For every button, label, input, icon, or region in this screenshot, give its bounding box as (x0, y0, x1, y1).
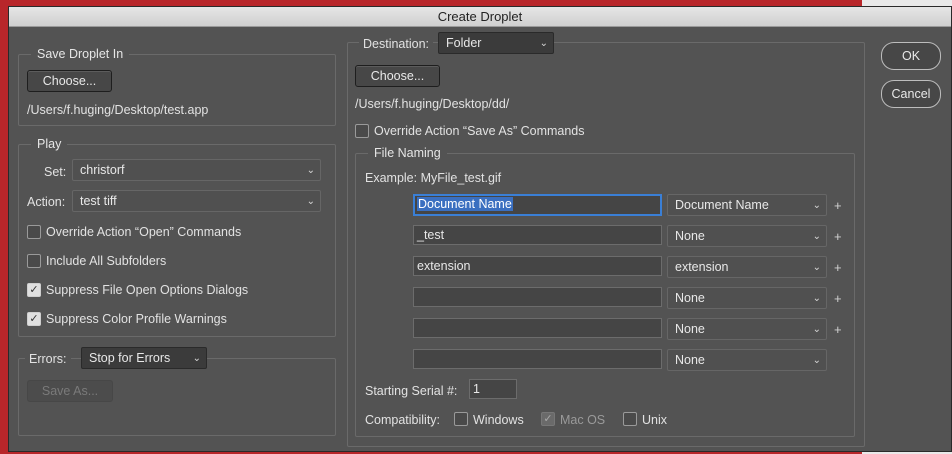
create-droplet-dialog: Create Droplet Save Droplet In Choose...… (8, 6, 952, 452)
naming-field-4[interactable] (413, 287, 662, 307)
destination-select-value: Folder (446, 36, 482, 50)
compat-windows-checkbox[interactable] (454, 412, 468, 426)
errors-select-value: Stop for Errors (89, 351, 171, 365)
chevron-down-icon: ⌄ (306, 165, 315, 176)
set-label: Set: (44, 165, 67, 179)
naming-select-2-value: None (675, 229, 705, 243)
file-naming-example: Example: MyFile_test.gif (365, 171, 502, 185)
chevron-down-icon: ⌄ (539, 38, 548, 49)
serial-input[interactable]: 1 (469, 379, 517, 399)
chevron-down-icon: ⌄ (306, 196, 315, 207)
naming-field-1[interactable]: Document Name (413, 194, 662, 216)
compat-macos-checkbox[interactable]: ✓ (541, 412, 555, 426)
errors-select[interactable]: Stop for Errors ⌄ (81, 347, 207, 369)
destination-select[interactable]: Folder ⌄ (438, 32, 554, 54)
serial-label: Starting Serial #: (365, 384, 458, 398)
chevron-down-icon: ⌄ (812, 262, 821, 273)
destination-label: Destination: (359, 37, 434, 51)
set-select[interactable]: christorf ⌄ (72, 159, 321, 181)
add-naming-row-button[interactable]: + (834, 199, 842, 213)
action-select-value: test tiff (80, 194, 117, 208)
ok-button[interactable]: OK (881, 42, 941, 70)
add-naming-row-button[interactable]: + (834, 261, 842, 275)
add-naming-row-button[interactable]: + (834, 230, 842, 244)
naming-select-6-value: None (675, 353, 705, 367)
compat-label: Compatibility: (365, 413, 441, 427)
naming-field-5[interactable] (413, 318, 662, 338)
naming-field-2[interactable]: _test (413, 225, 662, 245)
include-subfolders-checkbox[interactable] (27, 254, 41, 268)
naming-field-6[interactable] (413, 349, 662, 369)
override-open-label: Override Action “Open” Commands (46, 225, 242, 239)
action-select[interactable]: test tiff ⌄ (72, 190, 321, 212)
naming-select-5[interactable]: None ⌄ (667, 318, 827, 340)
destination-choose-button[interactable]: Choose... (355, 65, 440, 87)
naming-field-1-text: Document Name (417, 197, 513, 211)
compat-unix-label: Unix (642, 413, 668, 427)
naming-select-4[interactable]: None ⌄ (667, 287, 827, 309)
file-naming-legend: File Naming (368, 146, 447, 160)
suppress-open-options-checkbox[interactable]: ✓ (27, 283, 41, 297)
naming-field-3[interactable]: extension (413, 256, 662, 276)
compat-macos-label: Mac OS (560, 413, 606, 427)
destination-path: /Users/f.huging/Desktop/dd/ (355, 97, 510, 111)
errors-label: Errors: (25, 352, 71, 366)
set-select-value: christorf (80, 163, 125, 177)
naming-select-6[interactable]: None ⌄ (667, 349, 827, 371)
chevron-down-icon: ⌄ (812, 200, 821, 211)
override-open-checkbox[interactable] (27, 225, 41, 239)
save-as-button[interactable]: Save As... (27, 380, 113, 402)
chevron-down-icon: ⌄ (812, 293, 821, 304)
cancel-button[interactable]: Cancel (881, 80, 941, 108)
play-legend: Play (31, 137, 68, 151)
chevron-down-icon: ⌄ (812, 231, 821, 242)
naming-select-1-value: Document Name (675, 198, 769, 212)
suppress-color-warnings-label: Suppress Color Profile Warnings (46, 312, 227, 326)
suppress-color-warnings-checkbox[interactable]: ✓ (27, 312, 41, 326)
compat-windows-label: Windows (473, 413, 524, 427)
naming-select-1[interactable]: Document Name ⌄ (667, 194, 827, 216)
suppress-open-options-label: Suppress File Open Options Dialogs (46, 283, 249, 297)
override-save-as-label: Override Action “Save As” Commands (374, 124, 585, 138)
save-droplet-choose-button[interactable]: Choose... (27, 70, 112, 92)
chevron-down-icon: ⌄ (812, 355, 821, 366)
naming-select-4-value: None (675, 291, 705, 305)
override-save-as-checkbox[interactable] (355, 124, 369, 138)
save-droplet-path: /Users/f.huging/Desktop/test.app (27, 103, 209, 117)
naming-select-3[interactable]: extension ⌄ (667, 256, 827, 278)
include-subfolders-label: Include All Subfolders (46, 254, 167, 268)
window-title: Create Droplet (9, 7, 951, 27)
action-label: Action: (27, 195, 66, 209)
chevron-down-icon: ⌄ (192, 353, 201, 364)
save-droplet-legend: Save Droplet In (31, 47, 130, 61)
add-naming-row-button[interactable]: + (834, 323, 842, 337)
chevron-down-icon: ⌄ (812, 324, 821, 335)
naming-select-3-value: extension (675, 260, 729, 274)
compat-unix-checkbox[interactable] (623, 412, 637, 426)
add-naming-row-button[interactable]: + (834, 292, 842, 306)
naming-select-5-value: None (675, 322, 705, 336)
naming-select-2[interactable]: None ⌄ (667, 225, 827, 247)
